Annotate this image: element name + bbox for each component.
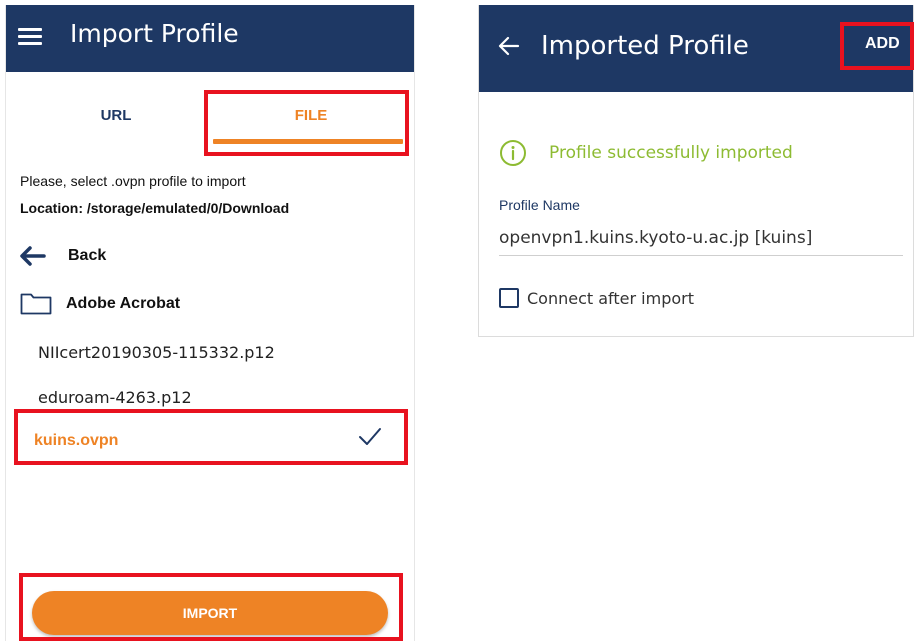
source-tabs: URL FILE	[6, 72, 414, 160]
connect-after-import-checkbox[interactable]	[499, 288, 519, 308]
add-button[interactable]: ADD	[865, 35, 900, 53]
tab-file[interactable]: FILE	[216, 107, 406, 124]
connect-after-import-label: Connect after import	[527, 288, 695, 308]
folder-row[interactable]: Adobe Acrobat	[20, 289, 400, 319]
check-icon	[359, 428, 381, 445]
import-profile-screen: Import Profile URL FILE Please, select .…	[5, 5, 415, 641]
hamburger-icon[interactable]	[18, 28, 42, 46]
app-bar: Import Profile	[6, 5, 414, 72]
location-path: Location: /storage/emulated/0/Download	[20, 200, 290, 216]
tab-file-indicator	[213, 139, 403, 144]
page-title: Imported Profile	[541, 31, 749, 61]
success-message: Profile successfully imported	[499, 139, 793, 167]
app-bar: Imported Profile ADD	[479, 5, 913, 92]
profile-name-label: Profile Name	[499, 197, 580, 213]
back-row[interactable]: Back	[20, 241, 400, 271]
back-label: Back	[68, 247, 107, 264]
profile-name-underline	[499, 255, 903, 256]
arrow-left-icon[interactable]	[498, 36, 520, 56]
info-circle-icon	[500, 140, 526, 166]
folder-icon	[20, 293, 52, 315]
arrow-left-icon	[20, 246, 46, 266]
page-title: Import Profile	[70, 19, 239, 48]
import-button[interactable]: IMPORT	[32, 591, 388, 635]
imported-profile-screen: Imported Profile ADD Profile successfull…	[478, 5, 914, 337]
file-item[interactable]: NIIcert20190305-115332.p12	[38, 343, 275, 362]
profile-name-field[interactable]: openvpn1.kuins.kyoto-u.ac.jp [kuins]	[499, 228, 812, 248]
connect-after-import-row[interactable]: Connect after import	[499, 288, 694, 308]
tab-url[interactable]: URL	[56, 107, 176, 124]
folder-label: Adobe Acrobat	[66, 295, 181, 312]
success-text: Profile successfully imported	[549, 143, 793, 163]
instruction-text: Please, select .ovpn profile to import	[20, 173, 246, 189]
file-item[interactable]: eduroam-4263.p12	[38, 388, 192, 407]
file-item-selected[interactable]: kuins.ovpn	[34, 432, 118, 450]
